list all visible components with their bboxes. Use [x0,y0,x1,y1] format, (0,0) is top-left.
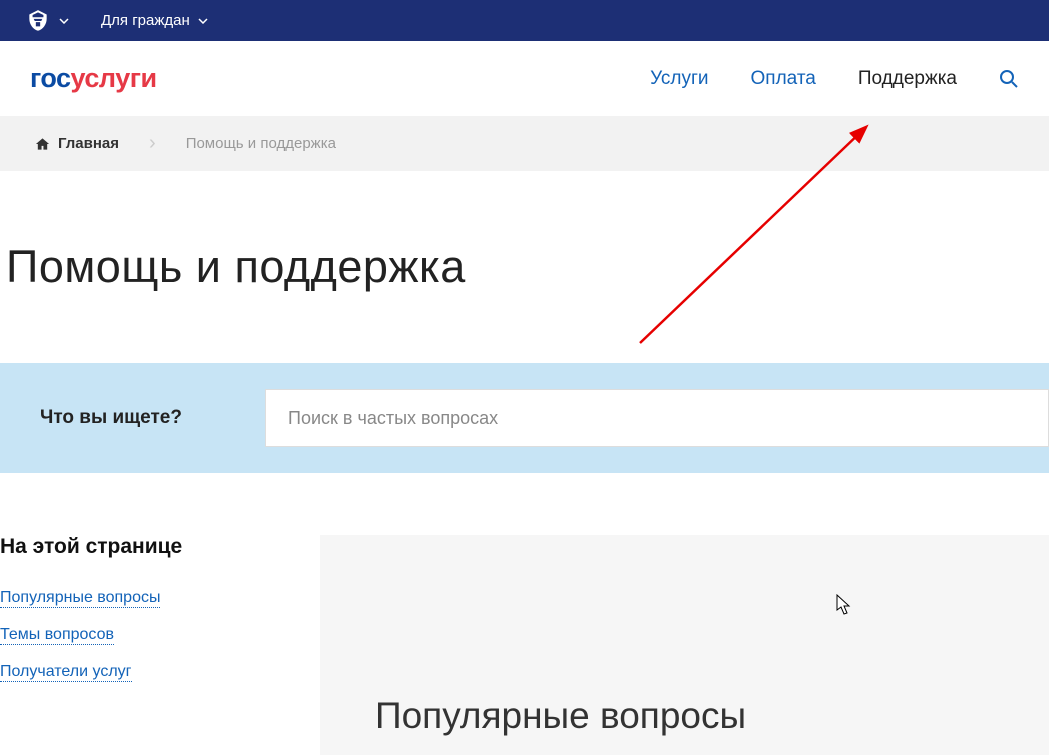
nav-payment[interactable]: Оплата [751,68,816,90]
breadcrumb-home[interactable]: Главная [35,135,119,152]
sidebar-link-topics[interactable]: Темы вопросов [0,626,114,645]
top-bar: Для граждан [0,0,1049,41]
emblem-icon [25,8,51,34]
breadcrumb: Главная › Помощь и поддержка [0,116,1049,171]
logo[interactable]: госуслуги [30,63,157,94]
sidebar-link-recipients[interactable]: Получатели услуг [0,663,132,682]
breadcrumb-home-label: Главная [58,135,119,152]
main-content: Популярные вопросы [320,535,1049,755]
search-input[interactable] [265,389,1049,447]
page-title: Помощь и поддержка [0,171,1049,363]
search-section: Что вы ищете? [0,363,1049,473]
citizens-dropdown[interactable]: Для граждан [101,12,208,29]
sidebar: На этой странице Популярные вопросы Темы… [0,535,320,755]
sidebar-link-popular[interactable]: Популярные вопросы [0,589,160,608]
emblem-dropdown[interactable] [25,8,69,34]
chevron-down-icon [59,18,69,24]
citizens-label: Для граждан [101,12,190,29]
nav-services[interactable]: Услуги [650,68,708,90]
breadcrumb-separator: › [149,132,156,155]
breadcrumb-current: Помощь и поддержка [186,135,336,152]
nav-support[interactable]: Поддержка [858,68,957,90]
header: госуслуги Услуги Оплата Поддержка [0,41,1049,116]
search-icon[interactable] [999,69,1019,89]
content-area: На этой странице Популярные вопросы Темы… [0,535,1049,755]
home-icon [35,137,50,151]
search-label: Что вы ищете? [40,407,265,429]
section-title: Популярные вопросы [375,695,1049,737]
chevron-down-icon [198,18,208,24]
logo-part2: услуги [71,63,157,93]
logo-part1: гос [30,63,71,93]
header-nav: Услуги Оплата Поддержка [650,68,1019,90]
sidebar-title: На этой странице [0,535,320,559]
